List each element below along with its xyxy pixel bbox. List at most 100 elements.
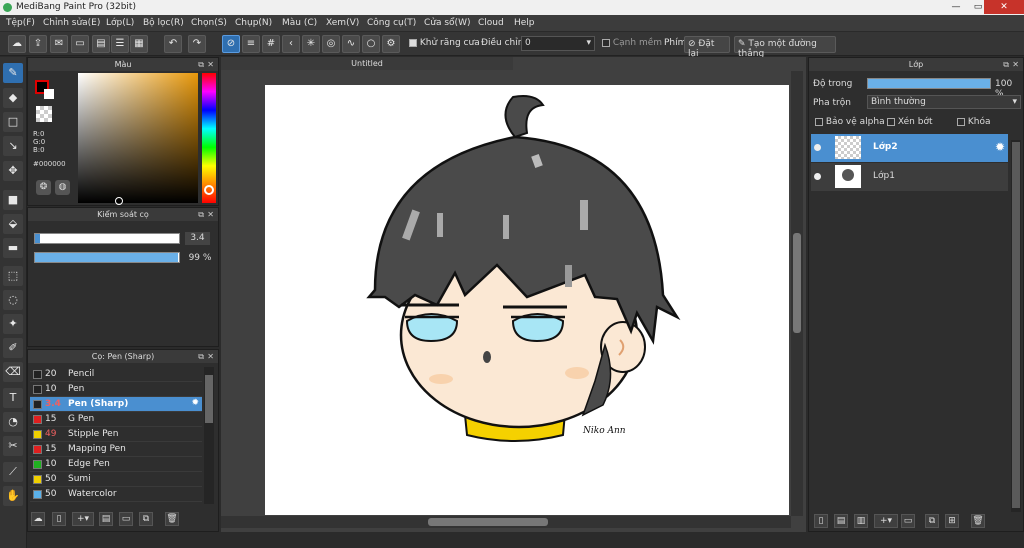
panel-close-icon[interactable]: ✕ xyxy=(207,58,214,71)
brush-item-pen-sharp[interactable]: 3.4 Pen (Sharp) ✹ xyxy=(30,397,202,412)
panel-close-icon[interactable]: ✕ xyxy=(207,350,214,363)
duplicate-icon[interactable]: ⧉ xyxy=(139,512,153,526)
new-1bit-layer-icon[interactable]: ▥ xyxy=(854,514,868,528)
brush-item-mapping-pen[interactable]: 15 Mapping Pen xyxy=(30,442,202,457)
vanishing-snap-icon[interactable]: ‹ xyxy=(282,35,300,53)
brush-item-stipple-pen[interactable]: 49 Stipple Pen xyxy=(30,427,202,442)
document-icon[interactable]: ▤ xyxy=(92,35,110,53)
text-tool-icon[interactable]: T xyxy=(3,388,23,408)
share-icon[interactable]: ⇪ xyxy=(29,35,47,53)
brush-cloud-icon[interactable]: ☁ xyxy=(31,512,45,526)
layer-list-scrollbar[interactable] xyxy=(1011,140,1021,512)
brush-tool-icon[interactable]: ✎ xyxy=(3,63,23,83)
lasso-tool-icon[interactable]: ◌ xyxy=(3,290,23,310)
brush-item-watercolor[interactable]: 50 Watercolor xyxy=(30,487,202,502)
canvas-tab[interactable]: Untitled xyxy=(221,57,513,70)
antialias-checkbox[interactable] xyxy=(409,38,417,47)
dot-tool-icon[interactable]: □ xyxy=(3,112,23,132)
brush-item-pen[interactable]: 10 Pen xyxy=(30,382,202,397)
menu-window[interactable]: Cửa sổ(W) xyxy=(424,18,470,28)
shape-tool-icon[interactable]: ↘ xyxy=(3,136,23,156)
merge-layer-icon[interactable]: ⊞ xyxy=(945,514,959,528)
select-eraser-tool-icon[interactable]: ⌫ xyxy=(3,362,23,382)
float-icon[interactable]: ⧉ xyxy=(198,208,204,221)
new-8bit-layer-icon[interactable]: ▤ xyxy=(834,514,848,528)
divide-tool-icon[interactable]: ✂ xyxy=(3,436,23,456)
adjust-select[interactable]: 0 ▾ xyxy=(521,36,595,51)
move-tool-icon[interactable]: ✥ xyxy=(3,161,23,181)
visibility-icon[interactable] xyxy=(814,144,821,151)
brush-size-value[interactable]: 3.4 xyxy=(185,232,210,245)
drawing-canvas[interactable]: Niko Ann xyxy=(265,85,789,515)
layer-row-lop1[interactable]: Lớp1 xyxy=(811,163,1008,191)
scrollbar-thumb[interactable] xyxy=(428,518,548,526)
hand-tool-icon[interactable]: ✋ xyxy=(3,486,23,506)
layer-row-lop2[interactable]: Lớp2 ✹ xyxy=(811,134,1008,162)
grid-icon[interactable]: ▦ xyxy=(130,35,148,53)
concentric-snap-icon[interactable]: ◎ xyxy=(322,35,340,53)
straight-line-button[interactable]: ✎ Tạo một đường thẳng xyxy=(734,36,836,59)
brush-list-scrollbar[interactable] xyxy=(204,367,214,504)
page-list-icon[interactable]: ☰ xyxy=(111,35,129,53)
clipping-checkbox[interactable] xyxy=(887,117,895,126)
visibility-icon[interactable] xyxy=(814,173,821,180)
gear-icon[interactable]: ✹ xyxy=(995,140,1005,154)
close-button[interactable]: ✕ xyxy=(984,0,1024,14)
hue-cursor[interactable] xyxy=(204,185,214,195)
scrollbar-thumb[interactable] xyxy=(205,375,213,423)
menu-color[interactable]: Màu (C) xyxy=(282,18,317,28)
delete-layer-icon[interactable]: 🗑 xyxy=(971,514,985,528)
select-tool-icon[interactable]: ⬚ xyxy=(3,266,23,286)
chat-icon[interactable]: ▭ xyxy=(71,35,89,53)
menu-snap[interactable]: Chụp(N) xyxy=(235,18,272,28)
protect-alpha-checkbox[interactable] xyxy=(815,117,823,126)
duplicate-layer-icon[interactable]: ⧉ xyxy=(925,514,939,528)
new-brush-icon[interactable]: ▯ xyxy=(52,512,66,526)
saturation-value-picker[interactable] xyxy=(78,73,198,205)
curve-snap-icon[interactable]: ∿ xyxy=(342,35,360,53)
menu-select[interactable]: Chọn(S) xyxy=(191,18,227,28)
menu-help[interactable]: Help xyxy=(514,18,535,28)
transparent-color-swatch[interactable] xyxy=(36,106,52,122)
brush-settings-icon[interactable]: ▤ xyxy=(99,512,113,526)
minimize-button[interactable]: — xyxy=(944,0,968,14)
layer-opacity-slider[interactable] xyxy=(867,78,991,89)
edge-toggle[interactable]: Cạnh mềm xyxy=(602,38,662,48)
palette-icon[interactable]: ❂ xyxy=(36,180,51,195)
reset-button[interactable]: ⊘ Đặt lại xyxy=(684,36,730,59)
gear-icon[interactable]: ✹ xyxy=(191,398,199,408)
float-icon[interactable]: ⧉ xyxy=(198,350,204,363)
brush-item-sumi[interactable]: 50 Sumi xyxy=(30,472,202,487)
redo-button[interactable]: ↷ xyxy=(188,35,206,53)
folder-icon[interactable]: ▭ xyxy=(119,512,133,526)
canvas-vertical-scrollbar[interactable] xyxy=(791,71,803,516)
edge-checkbox[interactable] xyxy=(602,38,610,47)
menu-tools[interactable]: Công cụ(T) xyxy=(367,18,416,28)
brush-item-pencil[interactable]: 20 Pencil xyxy=(30,367,202,382)
antialias-toggle[interactable]: Khử răng cưa xyxy=(409,38,480,48)
cloud-icon[interactable]: ☁ xyxy=(8,35,26,53)
eraser-tool-icon[interactable]: ◆ xyxy=(3,88,23,108)
add-layer-menu-icon[interactable]: +▾ xyxy=(874,514,898,528)
comment-icon[interactable]: ✉ xyxy=(50,35,68,53)
bucket-tool-icon[interactable]: ⬙ xyxy=(3,214,23,234)
scrollbar-thumb[interactable] xyxy=(793,233,801,333)
balloon-tool-icon[interactable]: ◔ xyxy=(3,412,23,432)
fill-rect-tool-icon[interactable]: ■ xyxy=(3,190,23,210)
parallel-snap-icon[interactable]: ≡ xyxy=(242,35,260,53)
eyedropper-tool-icon[interactable]: ⟋ xyxy=(3,462,23,482)
float-icon[interactable]: ⧉ xyxy=(1003,58,1009,71)
grid-snap-icon[interactable]: # xyxy=(262,35,280,53)
circle-snap-icon[interactable]: ○ xyxy=(362,35,380,53)
panel-close-icon[interactable]: ✕ xyxy=(1012,58,1019,71)
snap-off-icon[interactable]: ⊘ xyxy=(222,35,240,53)
float-icon[interactable]: ⧉ xyxy=(198,58,204,71)
background-color-swatch[interactable] xyxy=(44,89,54,99)
undo-button[interactable]: ↶ xyxy=(164,35,182,53)
panel-close-icon[interactable]: ✕ xyxy=(207,208,214,221)
menu-cloud[interactable]: Cloud xyxy=(478,18,504,28)
blend-mode-select[interactable]: Bình thường ▾ xyxy=(867,95,1021,109)
brush-size-slider[interactable] xyxy=(34,233,180,244)
gradient-tool-icon[interactable]: ▬ xyxy=(3,238,23,258)
magic-wand-tool-icon[interactable]: ✦ xyxy=(3,314,23,334)
